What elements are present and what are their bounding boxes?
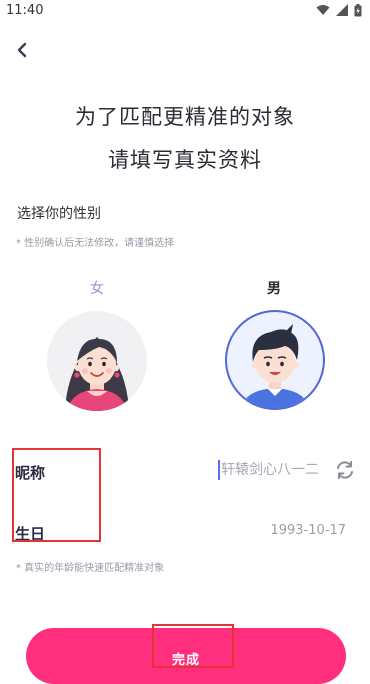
status-time: 11:40	[6, 2, 44, 18]
refresh-nickname-button[interactable]	[334, 459, 356, 481]
male-label[interactable]: 男	[244, 278, 304, 298]
male-avatar-option[interactable]	[225, 310, 325, 410]
female-avatar-illustration	[65, 337, 129, 411]
headline-line-1: 为了匹配更精准的对象	[75, 105, 295, 129]
female-label[interactable]: 女	[67, 278, 127, 298]
back-button[interactable]	[12, 38, 32, 62]
annotation-box-finish	[152, 624, 234, 668]
battery-icon	[354, 3, 362, 16]
annotation-box-labels	[12, 448, 101, 542]
wifi-icon	[316, 5, 330, 15]
gender-section-title: 选择你的性别	[17, 206, 101, 222]
female-avatar-option[interactable]	[47, 311, 147, 411]
refresh-icon	[337, 461, 353, 479]
birthday-hint: * 真实的年龄能快速匹配精准对象	[16, 563, 165, 574]
headline-line-2: 请填写真实资料	[108, 148, 262, 172]
status-icons	[316, 3, 362, 17]
signal-icon	[336, 4, 348, 16]
status-bar: 11:40	[0, 0, 370, 20]
nickname-input[interactable]: 轩辕剑心八一二	[218, 460, 319, 480]
back-chevron-icon	[17, 42, 27, 58]
gender-hint: * 性别确认后无法修改，请谨慎选择	[16, 238, 175, 249]
male-avatar-illustration	[241, 324, 309, 408]
birthday-picker[interactable]: 1993-10-17	[270, 523, 346, 538]
